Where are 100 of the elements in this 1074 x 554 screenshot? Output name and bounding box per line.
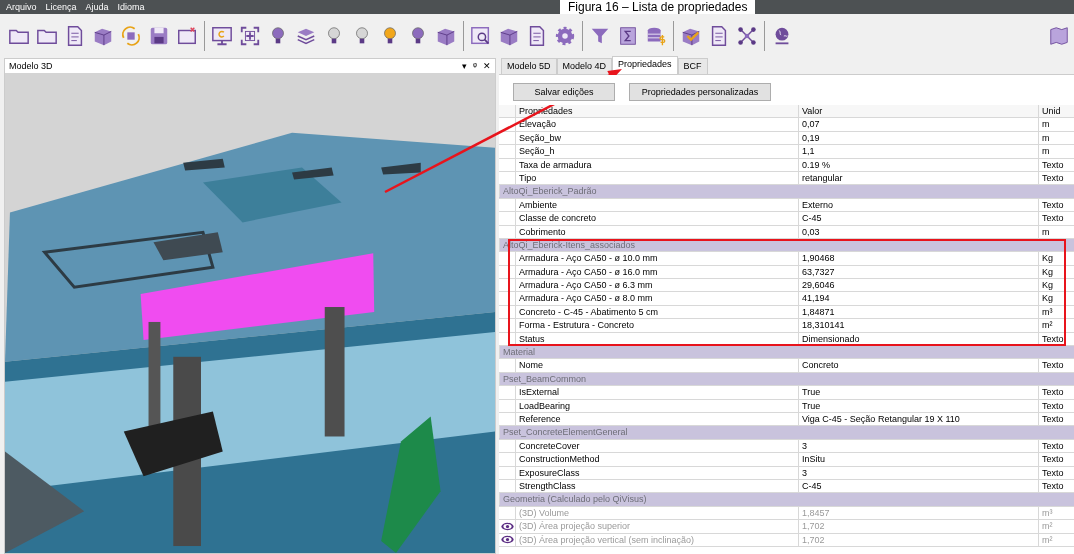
table-cell: ExposureClass: [515, 466, 798, 479]
table-cell: Nome: [515, 359, 798, 372]
menu-item[interactable]: Idioma: [117, 2, 145, 12]
table-cell: Texto: [1038, 158, 1074, 171]
table-cell: 3: [798, 439, 1038, 453]
table-cell: Kg: [1038, 265, 1074, 279]
focus-icon[interactable]: [239, 25, 261, 47]
table-cell: m²: [1038, 319, 1074, 332]
table-cell: Kg: [1038, 279, 1074, 292]
panel-control[interactable]: ▾: [462, 61, 468, 71]
figure-caption: Figura 16 – Lista de propriedades: [560, 0, 756, 14]
coins-icon[interactable]: [645, 25, 667, 47]
table-cell: 1,84871: [798, 305, 1038, 319]
table-cell: Texto: [1038, 198, 1074, 212]
panel-control[interactable]: ✕: [483, 61, 491, 71]
table-cell: ConcreteCover: [515, 439, 798, 453]
column-header[interactable]: Unid: [1038, 105, 1074, 118]
table-cell: Texto: [1038, 479, 1074, 493]
table-cell: 1,702: [798, 520, 1038, 533]
table-cell: (3D) Volume: [515, 506, 798, 520]
table-cell: 18,310141: [798, 319, 1038, 332]
table-cell: Texto: [1038, 413, 1074, 426]
table-cell: Forma - Estrutura - Concreto: [515, 319, 798, 332]
rotate-icon[interactable]: [120, 25, 142, 47]
table-cell: C-45: [798, 479, 1038, 493]
sum-icon[interactable]: [617, 25, 639, 47]
table-cell: 1,8457: [798, 506, 1038, 520]
tab[interactable]: Propriedades: [612, 56, 678, 74]
table-cell: 0,03: [798, 225, 1038, 238]
table-cell: Armadura - Aço CA50 - ø 10.0 mm: [515, 252, 798, 265]
tab[interactable]: Modelo 5D: [501, 58, 557, 74]
table-cell: Texto: [1038, 386, 1074, 399]
panel-control[interactable]: ᵠ: [473, 61, 477, 71]
table-cell: m: [1038, 131, 1074, 145]
table-cell: ConstructionMethod: [515, 453, 798, 466]
table-cell: Externo: [798, 198, 1038, 212]
menu-item[interactable]: Arquivo: [6, 2, 37, 12]
table-cell: Texto: [1038, 453, 1074, 466]
table-cell: m: [1038, 145, 1074, 158]
table-cell: 1,90468: [798, 252, 1038, 265]
table-cell: Armadura - Aço CA50 - ø 8.0 mm: [515, 292, 798, 305]
table-cell: Tipo: [515, 171, 798, 185]
table-cell: Cobrimento: [515, 225, 798, 238]
search-icon[interactable]: [470, 25, 492, 47]
table-cell: Texto: [1038, 212, 1074, 225]
table-cell: Seção_bw: [515, 131, 798, 145]
table-cell: Status: [515, 332, 798, 346]
table-cell: m: [1038, 118, 1074, 131]
table-cell: m³: [1038, 305, 1074, 319]
table-cell: 1,1: [798, 145, 1038, 158]
table-cell: Texto: [1038, 332, 1074, 346]
tab[interactable]: Modelo 4D: [556, 58, 613, 74]
table-cell: 29,6046: [798, 279, 1038, 292]
table-cell: 41,194: [798, 292, 1038, 305]
table-cell: Elevação: [515, 118, 798, 131]
table-cell: Armadura - Aço CA50 - ø 6.3 mm: [515, 279, 798, 292]
table-cell: Texto: [1038, 439, 1074, 453]
table-cell: 1,702: [798, 533, 1038, 546]
table-cell: Concreto - C-45 - Abatimento 5 cm: [515, 305, 798, 319]
toolbar-button[interactable]: Propriedades personalizadas: [629, 83, 771, 101]
tab[interactable]: BCF: [677, 58, 708, 74]
table-cell: retangular: [798, 171, 1038, 185]
table-cell: Viga C-45 - Seção Retangular 19 X 110: [798, 413, 1038, 426]
table-cell: C-45: [798, 212, 1038, 225]
table-cell: InSitu: [798, 453, 1038, 466]
menu-item[interactable]: Licença: [45, 2, 77, 12]
toolbar-button[interactable]: Salvar edições: [513, 83, 615, 101]
table-cell: m: [1038, 225, 1074, 238]
settings-icon[interactable]: [554, 25, 576, 47]
table-cell: IsExternal: [515, 386, 798, 399]
map-icon[interactable]: [1048, 25, 1070, 47]
save-icon[interactable]: [148, 25, 170, 47]
table-cell: True: [798, 399, 1038, 412]
table-cell: LoadBearing: [515, 399, 798, 412]
table-cell: Texto: [1038, 466, 1074, 479]
table-cell: Armadura - Aço CA50 - ø 16.0 mm: [515, 265, 798, 279]
table-cell: Reference: [515, 413, 798, 426]
table-cell: 3: [798, 466, 1038, 479]
table-cell: 0,07: [798, 118, 1038, 131]
column-header[interactable]: Valor: [798, 105, 1038, 118]
table-cell: m³: [1038, 506, 1074, 520]
table-cell: Kg: [1038, 252, 1074, 265]
table-cell: Texto: [1038, 399, 1074, 412]
table-cell: (3D) Área projeção vertical (sem inclinação): [515, 533, 798, 546]
table-cell: Kg: [1038, 292, 1074, 305]
table-cell: 0.19 %: [798, 158, 1038, 171]
table-cell: 63,7327: [798, 265, 1038, 279]
window-icon[interactable]: [176, 25, 198, 47]
table-cell: Concreto: [798, 359, 1038, 372]
table-cell: m²: [1038, 533, 1074, 546]
table-cell: (3D) Área projeção superior: [515, 520, 798, 533]
table-cell: True: [798, 386, 1038, 399]
table-cell: Texto: [1038, 359, 1074, 372]
network-icon[interactable]: [736, 25, 758, 47]
table-cell: Texto: [1038, 171, 1074, 185]
table-cell: Taxa de armadura: [515, 158, 798, 171]
table-cell: StrengthClass: [515, 479, 798, 493]
monitor-icon[interactable]: [211, 25, 233, 47]
menu-item[interactable]: Ajuda: [85, 2, 109, 12]
table-cell: m²: [1038, 520, 1074, 533]
